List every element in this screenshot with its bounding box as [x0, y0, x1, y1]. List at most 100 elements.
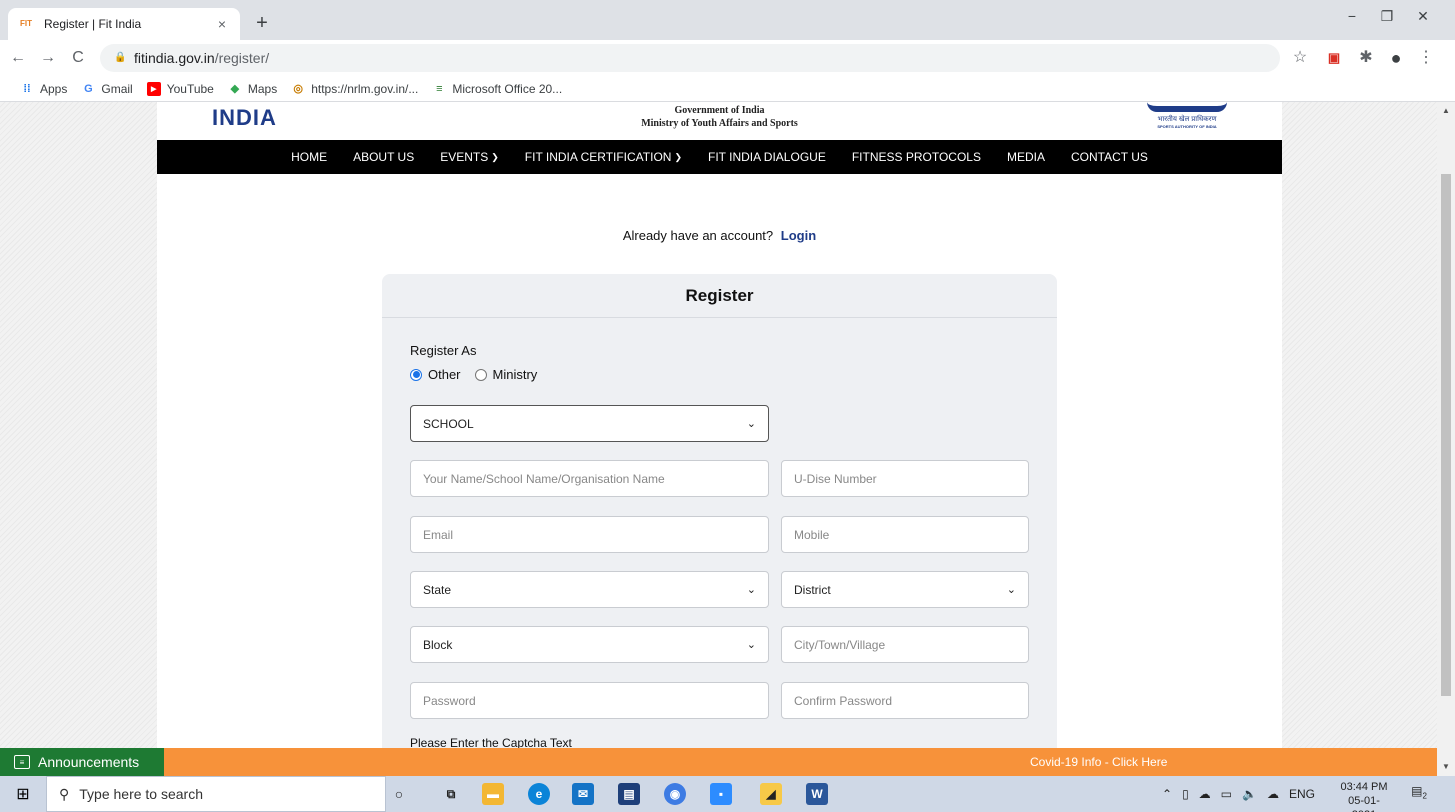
block-select[interactable]: Block ⌄ — [410, 626, 769, 663]
bookmark-label: YouTube — [166, 81, 214, 96]
udise-input[interactable]: U-Dise Number — [781, 460, 1029, 497]
forward-button[interactable]: → — [36, 49, 60, 67]
tab-strip: FIT Register | Fit India × + − ❐ ✕ — [0, 0, 1455, 40]
bookmark-office[interactable]: ≡ Microsoft Office 20... — [432, 82, 562, 96]
nav-label: ABOUT US — [353, 150, 415, 164]
nav-contact-us[interactable]: CONTACT US — [1058, 150, 1161, 164]
clock[interactable]: 03:44 PM 05-01-2021 — [1338, 780, 1390, 812]
restore-button[interactable]: ❐ — [1372, 8, 1402, 32]
radio-ministry[interactable] — [474, 368, 487, 381]
close-window-button[interactable]: ✕ — [1408, 8, 1438, 32]
new-tab-button[interactable]: + — [250, 12, 274, 36]
nav-events[interactable]: EVENTS ❯ — [427, 150, 512, 164]
district-select[interactable]: District ⌄ — [781, 571, 1029, 608]
maps-icon: ◆ — [230, 83, 240, 95]
volume-icon[interactable]: 🔈 — [1242, 787, 1257, 801]
windows-start-icon[interactable]: ⊞ — [0, 776, 46, 812]
browser-tab[interactable]: FIT Register | Fit India × — [8, 8, 240, 40]
confirm-password-placeholder: Confirm Password — [794, 693, 893, 708]
battery-icon[interactable]: ▯ — [1182, 787, 1189, 801]
nav-label: FITNESS PROTOCOLS — [851, 150, 981, 164]
notification-icon[interactable]: ▤2 — [1410, 784, 1428, 802]
announcements-button[interactable]: ≡ Announcements — [0, 748, 164, 776]
captcha-label: Please Enter the Captcha Text — [410, 736, 572, 748]
task-view-icon[interactable]: ⧉ — [440, 783, 462, 805]
store-icon[interactable]: ▤ — [618, 783, 640, 805]
nav-fit-india-dialogue[interactable]: FIT INDIA DIALOGUE — [695, 150, 839, 164]
confirm-password-field[interactable]: Confirm Password — [781, 682, 1029, 719]
nav-fitness-protocols[interactable]: FITNESS PROTOCOLS — [839, 150, 994, 164]
city-input[interactable]: City/Town/Village — [781, 626, 1029, 663]
register-title: Register — [382, 274, 1057, 318]
menu-icon[interactable]: ⋮ — [1414, 46, 1438, 70]
nav-label: MEDIA — [1006, 150, 1045, 164]
onedrive-icon[interactable]: ☁ — [1199, 787, 1211, 801]
covid-info-link[interactable]: Covid-19 Info - Click Here — [1030, 755, 1167, 769]
cortana-icon[interactable]: ○ — [388, 783, 410, 805]
extensions-icon[interactable]: ✱ — [1354, 46, 1378, 70]
cloud-icon[interactable]: ☁ — [1267, 787, 1279, 801]
vertical-scrollbar[interactable]: ▲ ▼ — [1437, 102, 1455, 776]
sai-logo[interactable]: भारतीय खेल प्राधिकरण SPORTS AUTHORITY OF… — [1142, 102, 1232, 130]
nav-home[interactable]: HOME — [278, 150, 340, 164]
chevron-down-icon: ⌄ — [746, 639, 756, 651]
apps-icon: ⁞⁞ — [23, 82, 31, 95]
radio-other[interactable] — [410, 368, 422, 381]
category-select[interactable]: SCHOOL ⌄ — [410, 405, 769, 442]
state-select[interactable]: State ⌄ — [410, 571, 769, 608]
bookmark-label: Microsoft Office 20... — [452, 81, 563, 96]
state-value: State — [423, 582, 452, 597]
star-icon[interactable]: ☆ — [1288, 46, 1312, 70]
name-input[interactable]: Your Name/School Name/Organisation Name — [410, 460, 769, 497]
taskbar-search[interactable]: ⚲ Type here to search — [46, 776, 386, 812]
chevron-down-icon: ⌄ — [746, 584, 756, 596]
scrollbar-thumb[interactable] — [1441, 174, 1451, 696]
network-icon[interactable]: ▭ — [1221, 787, 1232, 801]
address-bar[interactable]: 🔒 fitindia.gov.in/register/ — [100, 44, 1280, 72]
back-button[interactable]: ← — [6, 49, 30, 67]
email-field[interactable]: Email — [410, 516, 769, 553]
mail-icon[interactable]: ✉ — [572, 783, 594, 805]
sticky-icon[interactable]: ◢ — [760, 783, 782, 805]
bookmark-youtube[interactable]: ▶ YouTube — [146, 81, 214, 96]
radio-other-label[interactable]: Other — [428, 367, 461, 382]
bookmark-gmail[interactable]: G Gmail — [81, 82, 133, 96]
chevron-up-icon[interactable]: ⌃ — [1162, 787, 1172, 801]
nav-fit-india-certification[interactable]: FIT INDIA CERTIFICATION ❯ — [512, 150, 695, 164]
nav-about-us[interactable]: ABOUT US — [340, 150, 427, 164]
register-as-options: Other Ministry — [410, 367, 537, 382]
word-icon[interactable]: W — [806, 783, 828, 805]
reload-button[interactable]: C — [66, 49, 90, 67]
search-placeholder: Type here to search — [79, 786, 204, 802]
browser-toolbar: ← → C 🔒 fitindia.gov.in/register/ ☆ ▣ ✱ … — [0, 40, 1455, 76]
password-placeholder: Password — [423, 693, 476, 708]
scroll-down-icon[interactable]: ▼ — [1442, 762, 1450, 771]
category-value: SCHOOL — [423, 416, 474, 431]
announcement-bar: ≡ Announcements Covid-19 Info - Click He… — [0, 748, 1437, 776]
udise-placeholder: U-Dise Number — [794, 471, 877, 486]
list-icon: ≡ — [14, 755, 30, 769]
chrome-icon[interactable]: ◉ — [664, 783, 686, 805]
nav-media[interactable]: MEDIA — [994, 150, 1058, 164]
bookmark-nrlm[interactable]: ◎ https://nrlm.gov.in/... — [291, 82, 418, 96]
bookmark-maps[interactable]: ◆ Maps — [228, 82, 278, 96]
chevron-down-icon: ⌄ — [746, 418, 756, 430]
edge-icon[interactable]: e — [528, 783, 550, 805]
language-indicator[interactable]: ENG — [1289, 787, 1315, 801]
radio-ministry-label[interactable]: Ministry — [493, 367, 538, 382]
minimize-button[interactable]: − — [1337, 8, 1367, 32]
mobile-field[interactable]: Mobile — [781, 516, 1029, 553]
already-text: Already have an account? — [622, 228, 774, 243]
profile-icon[interactable]: ● — [1384, 46, 1408, 70]
file-explorer-icon[interactable]: ▬ — [482, 783, 504, 805]
login-link[interactable]: Login — [781, 228, 816, 243]
lock-icon: 🔒 — [114, 52, 127, 63]
bookmark-apps[interactable]: ⁞⁞ Apps — [20, 82, 67, 96]
nav-label: CONTACT US — [1070, 150, 1148, 164]
scroll-up-icon[interactable]: ▲ — [1442, 106, 1450, 115]
tab-close-icon[interactable]: × — [214, 16, 230, 32]
pdf-icon[interactable]: ▣ — [1322, 46, 1346, 70]
nrlm-icon: ◎ — [293, 83, 303, 95]
password-field[interactable]: Password — [410, 682, 769, 719]
zoom-icon[interactable]: ▪ — [710, 783, 732, 805]
